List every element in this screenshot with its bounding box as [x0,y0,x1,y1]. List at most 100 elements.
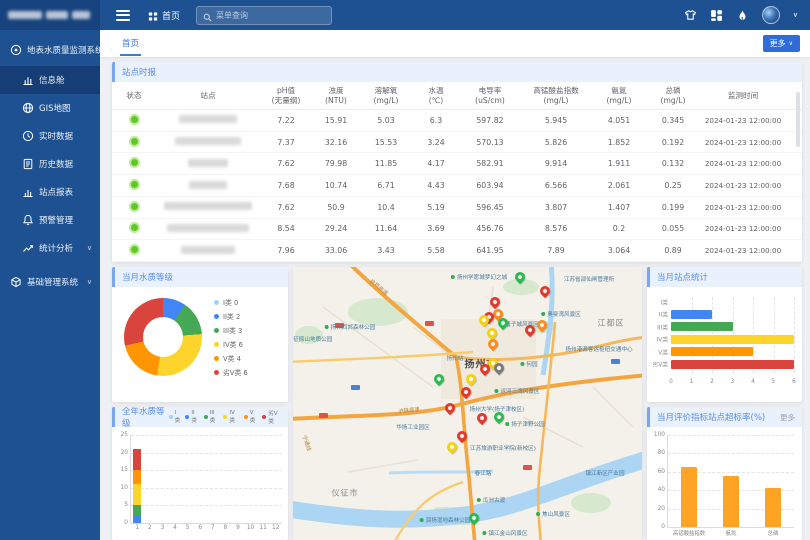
sidebar: 地表水质量监测系统 ∧ 信息舱GIS地图实时数据历史数据站点报表预警管理统计分析… [0,0,100,540]
y-tick-label: 80 [652,450,665,456]
sidebar-item-stats[interactable]: 统计分析∨ [0,234,100,262]
map-poi-label: 镇江金山风景区 [482,529,527,537]
monthly-station-panel: 当月站点统计 0123456I类II类III类IV类V类劣V类 [647,267,802,402]
stack-segment-II类 [133,516,141,523]
status-dot-online [129,244,140,255]
legend-dot [214,328,219,333]
map-poi-label: 镇江新区产业园 [585,469,624,477]
legend-item[interactable]: IV类 [223,410,238,424]
status-dot-online [129,201,140,212]
value-cell: 0.2 [592,224,646,233]
logo-redacted-block [46,11,68,19]
legend-item[interactable]: IV类 6 [214,339,248,349]
gridline [131,505,282,506]
sidebar-item-warning[interactable]: 预警管理 [0,206,100,234]
map-district-label: 仪征市 [332,488,359,499]
legend-dot [214,314,219,319]
value-cell: 6.566 [520,181,592,190]
legend-item[interactable]: 劣V类 6 [214,367,248,377]
value-cell: 0.89 [646,246,700,255]
legend-dot [214,342,219,347]
legend-item[interactable]: II类 2 [214,311,248,321]
map-poi-label: 润扬湿地森林公园 [420,516,471,524]
cube-icon [10,276,22,288]
value-cell: 7.62 [260,203,312,212]
panel-title: 当月水质等级 [122,271,173,283]
sidebar-item-gis[interactable]: GIS地图 [0,94,100,122]
map-panel: 扬州市江都区仪征市沪陕高速启扬高速宁通线扬州学愿城梦幻之城江苏省邵仙闸管理所奥曼… [293,267,642,540]
value-cell: 8.54 [260,224,312,233]
value-cell: 5.19 [412,203,460,212]
legend-item[interactable]: 劣V类 [262,409,281,425]
value-cell: 1.407 [592,203,646,212]
table-row[interactable]: 7.6810.746.714.43603.946.5662.0610.25202… [112,175,802,197]
sidebar-item-report[interactable]: 站点报表 [0,178,100,206]
legend-item[interactable]: V类 4 [214,353,248,363]
legend-item[interactable]: II类 [185,410,198,424]
value-cell: 50.9 [312,203,360,212]
hbar-row: III类 [671,322,794,331]
stack-segment-劣V类 [133,449,141,470]
status-dot-online [129,136,140,147]
category-label: IV类 [649,335,668,344]
legend-item[interactable]: I类 0 [214,297,248,307]
value-cell: 10.74 [312,181,360,190]
theme-skin-icon[interactable] [684,9,697,22]
map-base-layer [293,267,642,540]
flame-icon[interactable] [736,9,749,22]
legend-item[interactable]: III类 3 [214,325,248,335]
value-cell: 3.807 [520,203,592,212]
value-cell: 33.06 [312,246,360,255]
hbar-row: V类 [671,347,794,356]
table-scrollbar[interactable] [796,92,800,147]
category-label: I类 [649,297,668,306]
logo-redacted-block [8,11,42,19]
topbar-home-button[interactable]: 首页 [148,9,180,22]
station-cell [156,137,260,147]
status-dot-online [129,157,140,168]
panel-header: 当月评价指标站点超标率(%) 更多 [647,407,802,427]
legend-item[interactable]: III类 [204,410,219,424]
hamburger-menu-icon[interactable] [116,7,130,23]
value-cell: 456.76 [460,224,520,233]
sidebar-group-label: 基础管理系统 [27,276,78,288]
table-row[interactable]: 7.3732.1615.533.24570.135.8261.8520.1922… [112,132,802,154]
table-row[interactable]: 7.6250.910.45.19596.453.8071.4070.199202… [112,197,802,219]
gridline [668,453,794,454]
legend-item[interactable]: I类 [169,410,181,424]
y-tick-label: 40 [652,487,665,493]
table-row[interactable]: 7.6279.9811.854.17582.919.9141.9110.1322… [112,153,802,175]
y-tick-label: 20 [115,450,128,456]
table-row[interactable]: 8.5429.2411.643.69456.768.5760.20.055202… [112,219,802,241]
layout-columns-icon[interactable] [710,9,723,22]
map-poi-label: 江苏省邵仙闸管理所 [564,275,614,283]
more-button[interactable]: 更多 ∨ [763,35,800,52]
chevron-down-icon: ∨ [87,278,92,286]
value-cell: 5.826 [520,138,592,147]
app-window: 地表水质量监测系统 ∧ 信息舱GIS地图实时数据历史数据站点报表预警管理统计分析… [0,0,810,540]
y-tick-label: 5 [115,502,128,508]
table-row[interactable]: 7.9633.063.435.58641.957.893.0640.892024… [112,240,802,262]
stations-map[interactable]: 扬州市江都区仪征市沪陕高速启扬高速宁通线扬州学愿城梦幻之城江苏省邵仙闸管理所奥曼… [293,267,642,540]
user-avatar[interactable] [762,6,780,24]
hbar-劣V类 [671,360,794,369]
sidebar-item-realtime[interactable]: 实时数据 [0,122,100,150]
donut-chart [124,298,202,376]
map-poi-label: 扬州站 [447,354,464,362]
user-chevron-down-icon[interactable]: ∨ [793,11,798,19]
sidebar-item-info[interactable]: 信息舱 [0,66,100,94]
panel-more-link[interactable]: 更多 [780,412,795,423]
map-poi-label: 仪征捺山地质公园 [293,335,332,343]
globe-icon [22,102,34,114]
sidebar-item-history[interactable]: 历史数据 [0,150,100,178]
sidebar-group-base-mgmt[interactable]: 基础管理系统 ∨ [0,262,100,298]
x-tick-label: 2 [148,525,152,531]
table-header-row: 状态站点pH值(无量纲)浊度(NTU)溶解氧(mg/L)水温(℃)电导率(uS/… [112,82,802,110]
tab-home[interactable]: 首页 [120,31,141,56]
gridline [131,435,282,436]
sidebar-group-surface-water[interactable]: 地表水质量监测系统 ∧ [0,30,100,66]
table-row[interactable]: 7.2215.915.036.3597.825.9454.0510.345202… [112,110,802,132]
legend-item[interactable]: V类 [244,410,258,424]
menu-search-input[interactable]: 菜单查询 [196,6,332,25]
station-cell [156,159,260,169]
